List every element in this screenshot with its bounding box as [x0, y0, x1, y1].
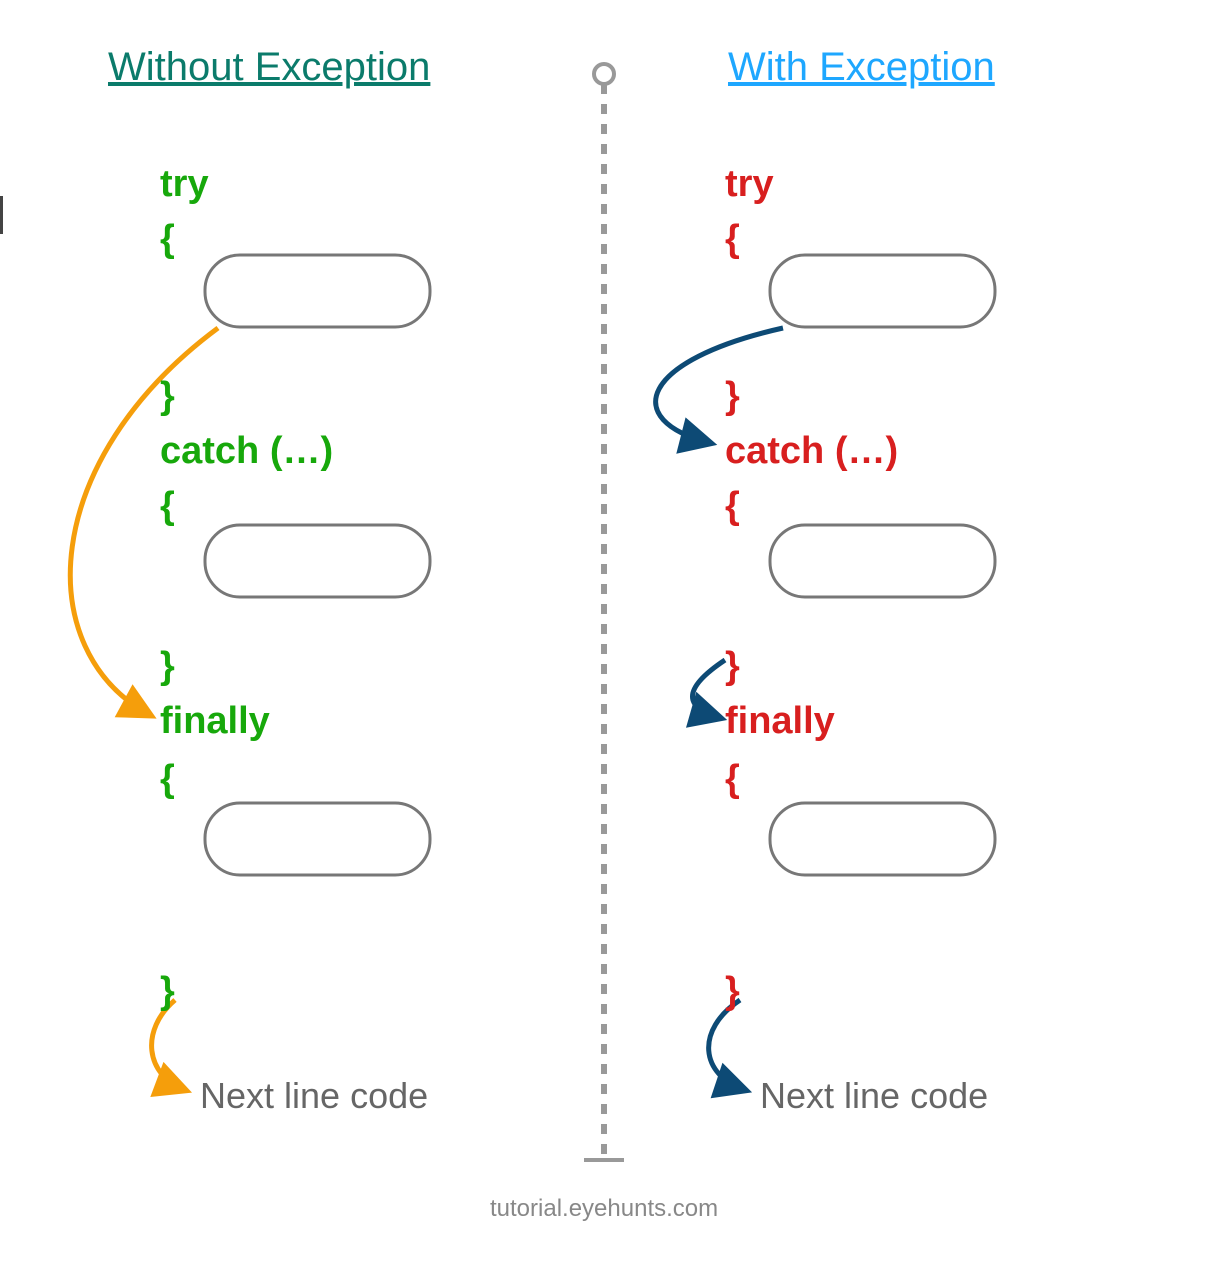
- left-try-keyword: try: [160, 163, 209, 206]
- right-title: With Exception: [728, 45, 995, 90]
- left-try-open-brace: {: [160, 218, 175, 261]
- right-arrow-catch-to-finally: [693, 660, 726, 718]
- right-arrow-finally-to-next: [709, 1000, 745, 1090]
- left-title: Without Exception: [108, 45, 430, 90]
- right-try-open-brace: {: [725, 218, 740, 261]
- left-catch-close-brace: }: [160, 645, 175, 688]
- left-arrow-try-to-finally: [70, 328, 218, 715]
- right-try-block-box: [770, 255, 995, 327]
- left-arrow-finally-to-next: [152, 1000, 185, 1090]
- right-catch-close-brace: }: [725, 645, 740, 688]
- right-catch-open-brace: {: [725, 485, 740, 528]
- right-try-close-brace: }: [725, 375, 740, 418]
- footer-attribution: tutorial.eyehunts.com: [490, 1195, 718, 1223]
- right-finally-close-brace: }: [725, 970, 740, 1013]
- right-catch-block-box: [770, 525, 995, 597]
- right-finally-block-box: [770, 803, 995, 875]
- divider-circle: [594, 64, 614, 84]
- left-try-close-brace: }: [160, 375, 175, 418]
- text-cursor: [0, 196, 3, 234]
- right-try-keyword: try: [725, 163, 774, 206]
- right-catch-keyword: catch (…): [725, 430, 898, 473]
- left-try-block-box: [205, 255, 430, 327]
- left-catch-open-brace: {: [160, 485, 175, 528]
- left-finally-block-box: [205, 803, 430, 875]
- left-finally-close-brace: }: [160, 970, 175, 1013]
- right-next-line: Next line code: [760, 1075, 988, 1117]
- left-catch-keyword: catch (…): [160, 430, 333, 473]
- left-catch-block-box: [205, 525, 430, 597]
- right-finally-keyword: finally: [725, 700, 835, 743]
- left-next-line: Next line code: [200, 1075, 428, 1117]
- left-finally-open-brace: {: [160, 758, 175, 801]
- left-finally-keyword: finally: [160, 700, 270, 743]
- right-arrow-try-to-catch: [656, 328, 783, 443]
- right-finally-open-brace: {: [725, 758, 740, 801]
